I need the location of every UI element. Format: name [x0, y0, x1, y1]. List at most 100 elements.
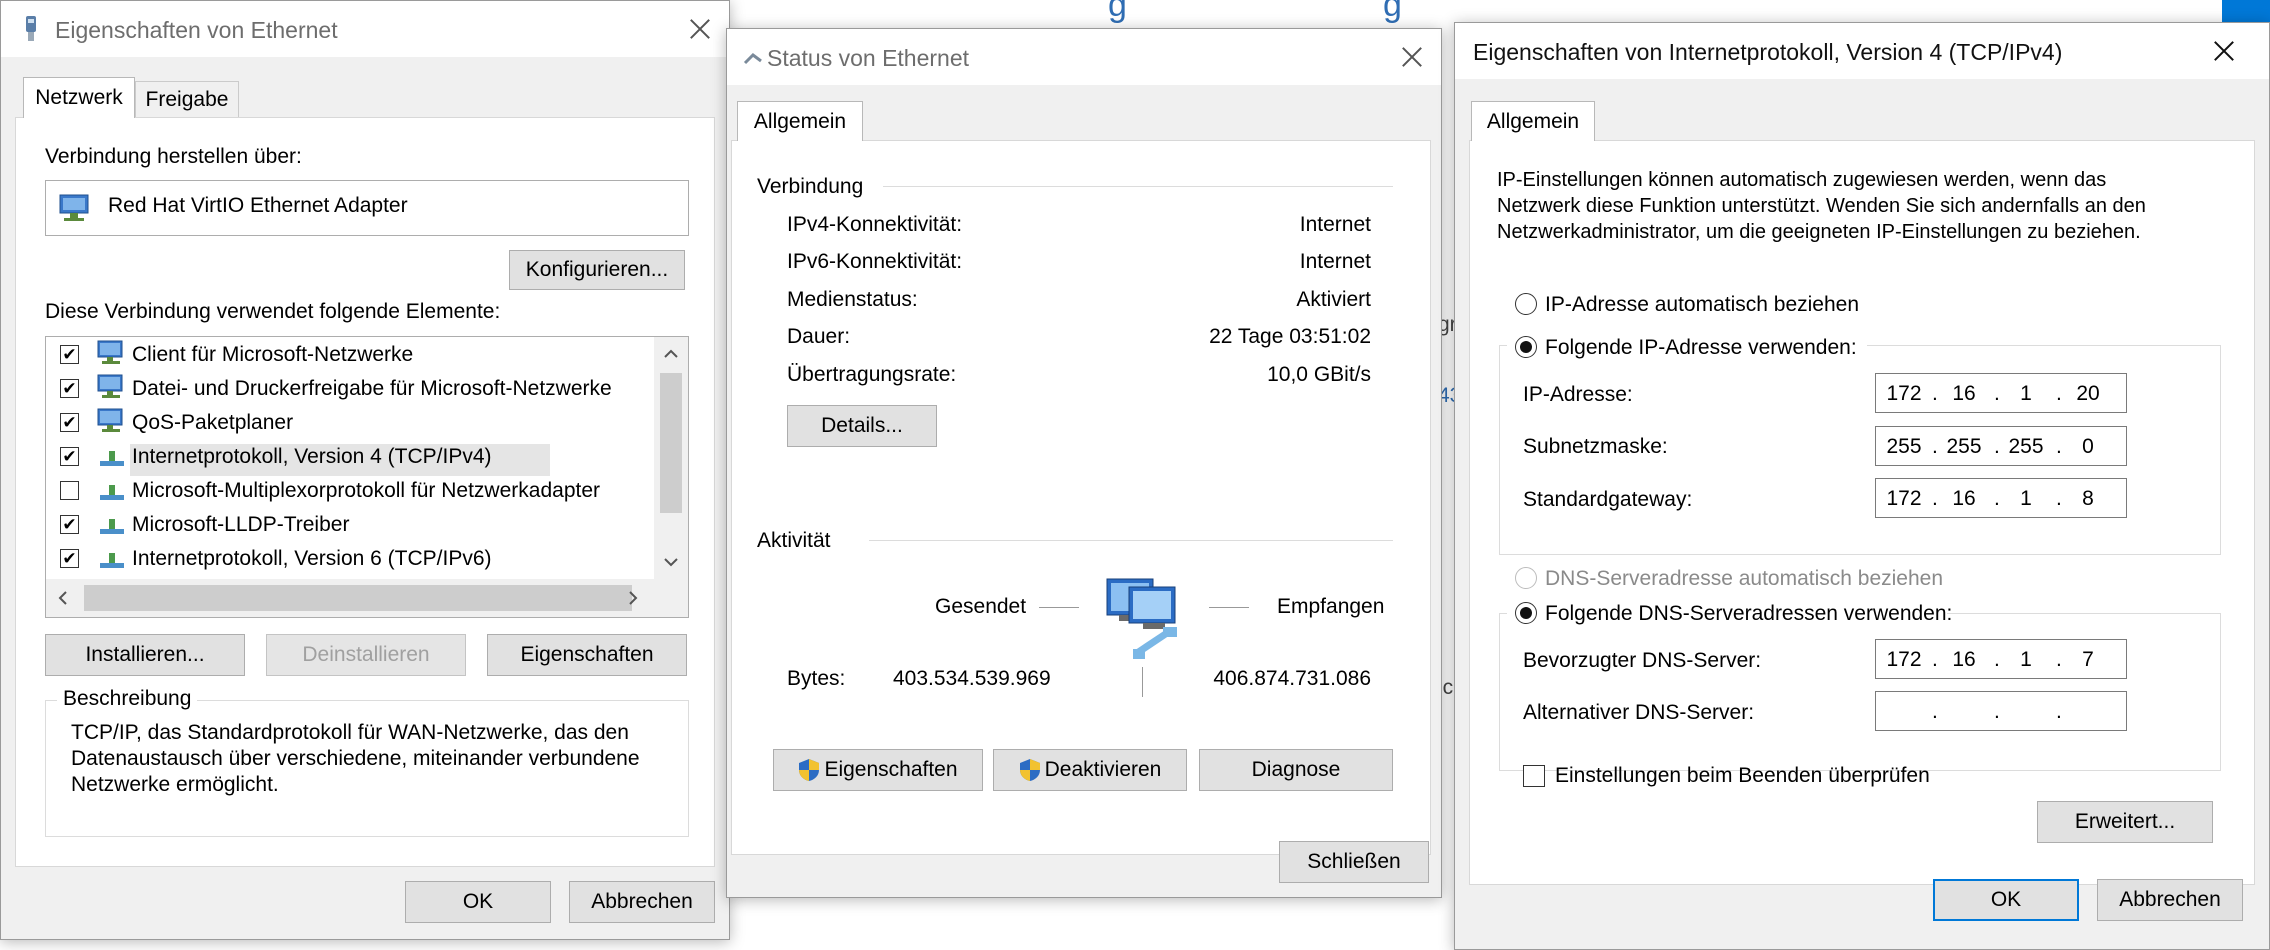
list-item[interactable]: ✔ Microsoft-LLDP-Treiber [46, 507, 656, 541]
scroll-left-icon[interactable] [54, 589, 72, 607]
bytes-received: 406.874.731.086 [1213, 667, 1371, 690]
list-item[interactable]: ✔ QoS-Paketplaner [46, 405, 656, 439]
item-checkbox[interactable] [60, 481, 79, 500]
tab-freigabe[interactable]: Freigabe [135, 81, 239, 118]
cancel-button[interactable]: Abbrechen [569, 881, 715, 923]
adapter-field: Red Hat VirtIO Ethernet Adapter [45, 180, 689, 236]
octet-separator: . [1932, 487, 1938, 510]
tab-allgemein[interactable]: Allgemein [1471, 101, 1595, 141]
details-button[interactable]: Details... [787, 405, 937, 447]
file-sharing-icon [97, 374, 123, 398]
install-button[interactable]: Installieren... [45, 634, 245, 676]
tab-allgemein[interactable]: Allgemein [737, 101, 863, 141]
scroll-thumb[interactable] [84, 585, 632, 611]
gateway-field[interactable]: 172 . 16 . 1 . 8 [1875, 478, 2127, 518]
ip-octet[interactable]: 172 [1882, 648, 1926, 672]
ip-octet[interactable]: 7 [2066, 648, 2110, 672]
alternate-dns-field[interactable]: . . . [1875, 691, 2127, 731]
preferred-dns-field[interactable]: 172 . 16 . 1 . 7 [1875, 639, 2127, 679]
description-text: TCP/IP, das Standardprotokoll für WAN-Ne… [71, 721, 629, 744]
close-icon[interactable] [1381, 29, 1437, 85]
status-label: Dauer: [787, 325, 851, 348]
item-checkbox[interactable]: ✔ [60, 549, 79, 568]
elements-list: ✔ Client für Microsoft-Netzwerke ✔ Datei… [45, 336, 689, 618]
ip-address-field[interactable]: 172 . 16 . 1 . 20 [1875, 373, 2127, 413]
list-item[interactable]: ✔ Client für Microsoft-Netzwerke [46, 337, 656, 371]
ip-octet[interactable]: 255 [1882, 435, 1926, 459]
ip-octet[interactable]: 1 [2004, 382, 2048, 406]
vertical-scrollbar[interactable] [654, 337, 688, 579]
sent-line [1039, 607, 1079, 608]
tab-netzwerk[interactable]: Netzwerk [23, 77, 135, 118]
list-item[interactable]: Microsoft-Multiplexorprotokoll für Netzw… [46, 473, 656, 507]
ip-octet[interactable]: 172 [1882, 382, 1926, 406]
ip-octet[interactable]: 0 [2066, 435, 2110, 459]
window-title: Eigenschaften von Internetprotokoll, Ver… [1473, 39, 2063, 65]
item-label: Internetprotokoll, Version 4 (TCP/IPv4) [132, 445, 492, 468]
auto-ip-radio[interactable] [1515, 293, 1537, 315]
ip-octet[interactable]: 20 [2066, 382, 2110, 406]
item-checkbox[interactable]: ✔ [60, 413, 79, 432]
octet-separator: . [1994, 382, 2000, 405]
ip-octet[interactable]: 172 [1882, 487, 1926, 511]
ok-button[interactable]: OK [405, 881, 551, 923]
section-divider [869, 540, 1393, 541]
scroll-right-icon[interactable] [624, 589, 642, 607]
ip-octet[interactable]: 16 [1942, 382, 1986, 406]
octet-separator: . [2056, 700, 2062, 723]
preferred-dns-label: Bevorzugter DNS-Server: [1523, 649, 1762, 672]
window-title: Eigenschaften von Ethernet [55, 17, 338, 43]
item-label: Microsoft-LLDP-Treiber [132, 513, 350, 536]
ipv4-properties-window: Eigenschaften von Internetprotokoll, Ver… [1454, 22, 2270, 950]
bytes-sent: 403.534.539.969 [893, 667, 1051, 690]
item-checkbox[interactable]: ✔ [60, 345, 79, 364]
scroll-down-icon[interactable] [662, 553, 680, 571]
ethernet-properties-window: Eigenschaften von Ethernet Netzwerk Frei… [0, 0, 730, 940]
octet-separator: . [1932, 435, 1938, 458]
disable-button[interactable]: Deaktivieren [993, 749, 1187, 791]
ip-octet[interactable]: 1 [2004, 648, 2048, 672]
ip-octet[interactable]: 255 [2004, 435, 2048, 459]
item-checkbox[interactable]: ✔ [60, 379, 79, 398]
list-item[interactable]: ✔ Internetprotokoll, Version 4 (TCP/IPv4… [46, 439, 656, 473]
received-line [1209, 607, 1249, 608]
properties-button[interactable]: Eigenschaften [487, 634, 687, 676]
scroll-up-icon[interactable] [662, 345, 680, 363]
close-icon[interactable] [669, 1, 725, 57]
ok-button[interactable]: OK [1933, 879, 2079, 921]
list-item[interactable]: ✔ Datei- und Druckerfreigabe für Microso… [46, 371, 656, 405]
item-checkbox[interactable]: ✔ [60, 447, 79, 466]
manual-dns-radio[interactable] [1515, 602, 1537, 624]
advanced-button[interactable]: Erweitert... [2037, 801, 2213, 843]
protocol-icon [100, 519, 124, 534]
validate-label: Einstellungen beim Beenden überprüfen [1555, 764, 1930, 787]
status-properties-button[interactable]: Eigenschaften [773, 749, 983, 791]
activity-divider [1142, 667, 1143, 697]
list-item[interactable]: ✔ Internetprotokoll, Version 6 (TCP/IPv6… [46, 541, 656, 575]
status-label: Übertragungsrate: [787, 363, 957, 386]
close-button[interactable]: Schließen [1279, 841, 1429, 883]
auto-dns-radio[interactable] [1515, 567, 1537, 589]
ip-octet[interactable]: 255 [1942, 435, 1986, 459]
item-checkbox[interactable]: ✔ [60, 515, 79, 534]
title-bar: Eigenschaften von Internetprotokoll, Ver… [1455, 23, 2269, 79]
octet-separator: . [1932, 700, 1938, 723]
configure-button[interactable]: Konfigurieren... [509, 250, 685, 290]
ip-octet[interactable]: 16 [1942, 487, 1986, 511]
horizontal-scrollbar[interactable] [46, 579, 688, 617]
ip-octet[interactable]: 8 [2066, 487, 2110, 511]
uninstall-button[interactable]: Deinstallieren [266, 634, 466, 676]
cancel-button[interactable]: Abbrechen [2097, 879, 2243, 921]
diagnose-button[interactable]: Diagnose [1199, 749, 1393, 791]
close-icon[interactable] [2193, 23, 2249, 79]
intro-text: IP-Einstellungen können automatisch zuge… [1497, 169, 2107, 191]
manual-ip-label: Folgende IP-Adresse verwenden: [1545, 336, 1857, 359]
ip-octet[interactable]: 16 [1942, 648, 1986, 672]
manual-ip-radio[interactable] [1515, 336, 1537, 358]
background-text: g [1108, 0, 1127, 24]
validate-checkbox[interactable] [1523, 765, 1545, 787]
auto-dns-label: DNS-Serveradresse automatisch beziehen [1545, 567, 1944, 590]
subnet-mask-field[interactable]: 255 . 255 . 255 . 0 [1875, 426, 2127, 466]
scroll-thumb[interactable] [660, 373, 682, 513]
ip-octet[interactable]: 1 [2004, 487, 2048, 511]
